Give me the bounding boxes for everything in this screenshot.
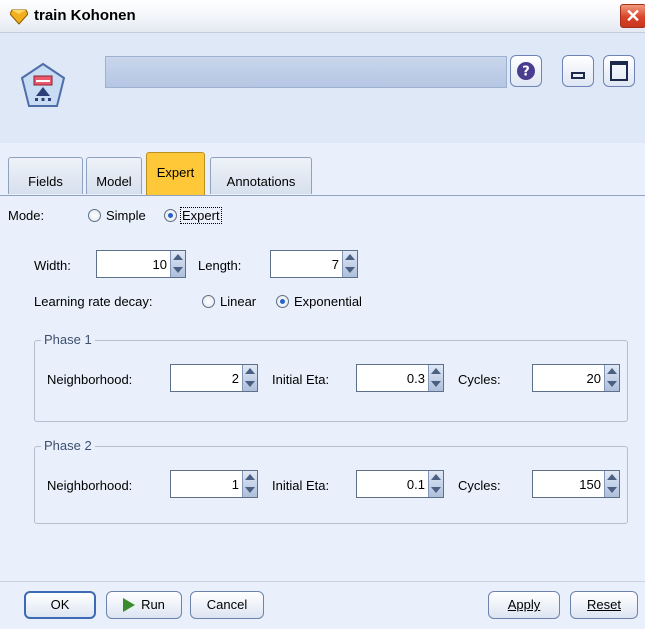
title-bar[interactable]: train Kohonen ✕ [0, 0, 645, 33]
tab-model[interactable]: Model [86, 157, 142, 194]
minimize-button[interactable] [562, 55, 594, 87]
minimize-icon [571, 72, 585, 79]
run-play-icon [123, 598, 136, 612]
length-label: Length: [198, 258, 242, 273]
phase1-cycles-label: Cycles: [458, 372, 501, 387]
mode-label: Mode: [8, 208, 45, 223]
decay-exponential-label[interactable]: Exponential [294, 294, 362, 309]
kohonen-node-icon [20, 62, 66, 107]
spinner-arrows-icon[interactable] [170, 251, 185, 277]
expert-panel: Mode: Simple Expert Width: 10 Length: 7 … [0, 196, 645, 629]
mode-expert-label[interactable]: Expert [180, 207, 222, 224]
decay-label: Learning rate decay: [34, 294, 153, 309]
mode-expert-radio[interactable] [164, 209, 177, 222]
cancel-button[interactable]: Cancel [190, 591, 264, 619]
ok-button[interactable]: OK [24, 591, 96, 619]
close-button[interactable]: ✕ [620, 4, 645, 28]
spinner-arrows-icon[interactable] [242, 365, 257, 391]
phase1-cycles-spinner[interactable]: 20 [532, 364, 620, 392]
node-gem-icon [10, 9, 28, 25]
spinner-arrows-icon[interactable] [342, 251, 357, 277]
width-value: 10 [152, 257, 167, 272]
width-spinner[interactable]: 10 [96, 250, 186, 278]
mode-simple-label[interactable]: Simple [106, 208, 146, 223]
length-spinner[interactable]: 7 [270, 250, 358, 278]
tab-bar: Fields Model Expert Annotations [0, 152, 645, 196]
maximize-icon [610, 61, 628, 81]
help-icon: ? [517, 62, 535, 80]
decay-linear-radio[interactable] [202, 295, 215, 308]
phase1-neighborhood-label: Neighborhood: [47, 372, 133, 387]
decay-linear-label[interactable]: Linear [220, 294, 256, 309]
spinner-arrows-icon[interactable] [604, 471, 619, 497]
phase1-eta-value: 0.3 [406, 371, 425, 386]
phase2-neighborhood-value: 1 [231, 477, 239, 492]
tab-expert[interactable]: Expert [146, 152, 205, 196]
decay-exponential-radio[interactable] [276, 295, 289, 308]
phase2-eta-value: 0.1 [406, 477, 425, 492]
phase2-cycles-value: 150 [579, 477, 601, 492]
window-title: train Kohonen [34, 7, 136, 24]
run-button-label: Run [141, 597, 165, 612]
phase1-cycles-value: 20 [586, 371, 601, 386]
dialog-window: train Kohonen ✕ ? Fields Model Expert An… [0, 0, 645, 629]
phase1-title: Phase 1 [41, 332, 95, 347]
phase2-eta-label: Initial Eta: [272, 478, 330, 493]
length-value: 7 [331, 257, 339, 272]
tab-annotations[interactable]: Annotations [210, 157, 312, 194]
spinner-arrows-icon[interactable] [428, 365, 443, 391]
svg-text:?: ? [522, 65, 530, 80]
phase2-neighborhood-spinner[interactable]: 1 [170, 470, 258, 498]
phase1-eta-label: Initial Eta: [272, 372, 330, 387]
phase2-cycles-label: Cycles: [458, 478, 501, 493]
mode-simple-radio[interactable] [88, 209, 101, 222]
spinner-arrows-icon[interactable] [242, 471, 257, 497]
phase2-cycles-spinner[interactable]: 150 [532, 470, 620, 498]
spinner-arrows-icon[interactable] [428, 471, 443, 497]
help-button[interactable]: ? [510, 55, 542, 87]
phase2-eta-spinner[interactable]: 0.1 [356, 470, 444, 498]
node-name-bar[interactable] [105, 56, 507, 88]
run-button[interactable]: Run [106, 591, 182, 619]
apply-button[interactable]: Apply [488, 591, 560, 619]
spinner-arrows-icon[interactable] [604, 365, 619, 391]
phase2-title: Phase 2 [41, 438, 95, 453]
node-header: ? [0, 33, 645, 143]
footer-divider [0, 581, 645, 582]
phase1-eta-spinner[interactable]: 0.3 [356, 364, 444, 392]
phase1-neighborhood-value: 2 [231, 371, 239, 386]
reset-button[interactable]: Reset [570, 591, 638, 619]
phase1-neighborhood-spinner[interactable]: 2 [170, 364, 258, 392]
tab-fields[interactable]: Fields [8, 157, 83, 194]
maximize-button[interactable] [603, 55, 635, 87]
phase2-neighborhood-label: Neighborhood: [47, 478, 133, 493]
width-label: Width: [34, 258, 71, 273]
